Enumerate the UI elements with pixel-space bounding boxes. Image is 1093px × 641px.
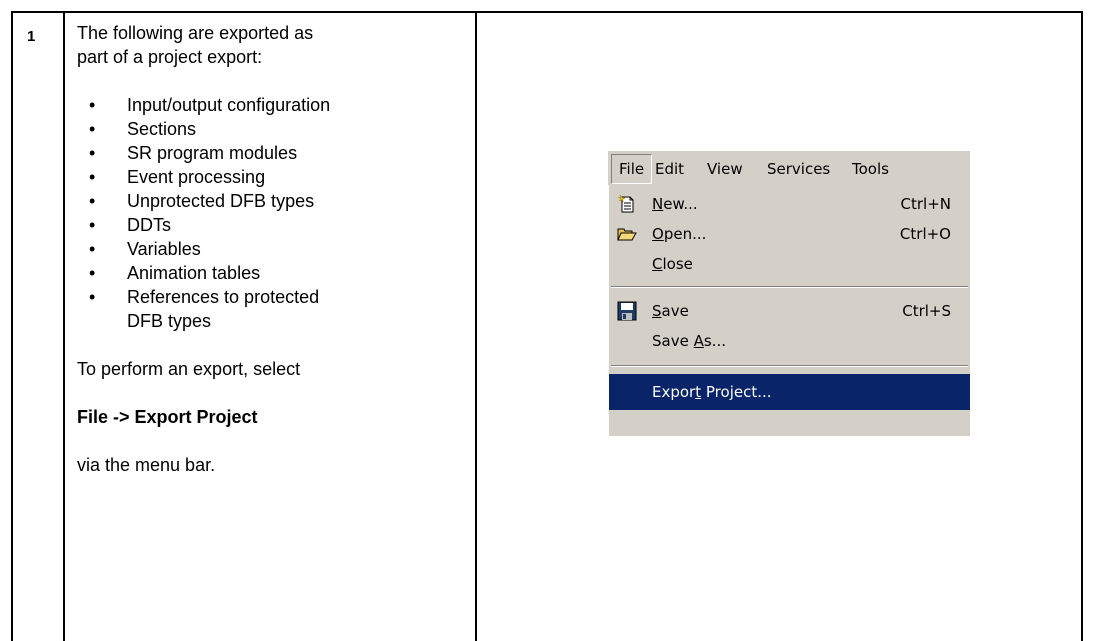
bullet-icon: • [89,143,96,163]
open-folder-icon [617,224,637,244]
menu-item-label: Open... [652,225,707,243]
shortcut-label: Ctrl+S [902,302,951,320]
menu-separator [611,286,968,288]
list-item: • References to protected DFB types [89,287,320,331]
menu-item-label: Save As... [652,332,726,350]
menu-item-label: Save [652,302,689,320]
list-item: • Event processing [89,167,266,187]
bullet-icon: • [89,167,96,187]
via-text: via the menu bar. [77,455,216,475]
menu-bar: File Edit View Services Tools [608,151,970,185]
menu-separator [611,365,968,367]
instruction-text: The following are exported as part of a … [77,21,462,477]
list-item: • Variables [89,239,201,259]
file-dropdown: New... Ctrl+N Open... Ctrl+O Close Save … [608,185,970,436]
list-item: • Input/output configuration [89,95,331,115]
intro-line: The following are exported as [77,23,314,43]
menu-item-label: Export Project... [652,383,772,401]
bullet-icon: • [89,119,96,139]
menu-services[interactable]: Services [767,160,830,178]
export-items-list: • Input/output configuration • Sections • S… [77,93,462,333]
bullet-icon: • [89,239,96,259]
menu-item-close[interactable]: Close [609,249,970,279]
new-document-icon [617,194,637,214]
bullet-icon: • [89,263,96,283]
shortcut-label: Ctrl+O [899,225,951,243]
menu-edit[interactable]: Edit [655,160,684,178]
column-divider [475,13,477,641]
menu-file[interactable]: File [611,154,653,184]
step-number: 1 [27,28,36,45]
menu-view[interactable]: View [707,160,743,178]
menu-item-label: Close [652,255,693,273]
list-item: • Sections [89,119,197,139]
bullet-icon: • [89,95,96,115]
list-item: • SR program modules [89,143,298,163]
file-menu-screenshot: File Edit View Services Tools New... Ctr… [608,151,970,436]
perform-text: To perform an export, select [77,359,301,379]
menu-item-new[interactable]: New... Ctrl+N [609,189,970,219]
menu-tools[interactable]: Tools [852,160,889,178]
bullet-icon: • [89,215,96,235]
list-item: • DDTs [89,215,171,235]
instruction-table: 1 The following are exported as part of … [11,11,1083,641]
column-divider [63,13,65,641]
menu-item-export-project[interactable]: Export Project... [609,374,970,410]
bullet-icon: • [89,191,96,211]
intro-line: part of a project export: [77,47,263,67]
command-text: File -> Export Project [77,407,258,427]
bullet-icon: • [89,287,96,307]
shortcut-label: Ctrl+N [900,195,951,213]
save-disk-icon [617,301,637,321]
list-item: • Animation tables [89,263,261,283]
menu-item-label: New... [652,195,698,213]
menu-item-save-as[interactable]: Save As... [609,326,970,356]
menu-item-open[interactable]: Open... Ctrl+O [609,219,970,249]
list-item: • Unprotected DFB types [89,191,315,211]
menu-item-save[interactable]: Save Ctrl+S [609,296,970,326]
